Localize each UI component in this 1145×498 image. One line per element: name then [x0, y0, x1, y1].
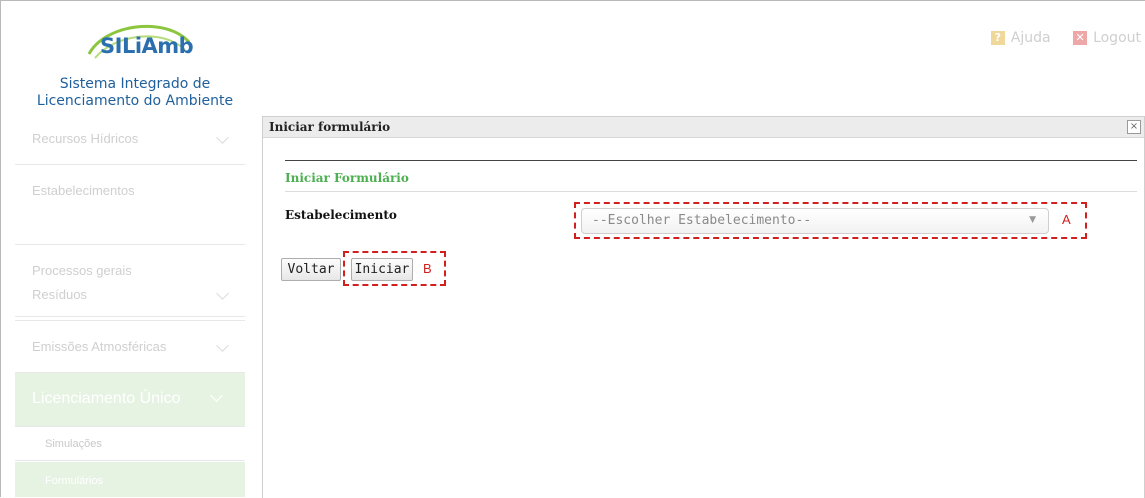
help-icon: ? — [990, 31, 1005, 45]
dialog-titlebar[interactable]: Iniciar formulário × — [263, 117, 1144, 138]
logout-label: Logout — [1093, 30, 1141, 46]
sidebar-item-label: Resíduos — [32, 287, 87, 302]
establishment-label: Estabelecimento — [285, 208, 397, 222]
sidebar-item-estabelecimentos[interactable]: Estabelecimentos — [15, 165, 245, 245]
sidebar-item-label: Recursos Hídricos — [32, 131, 139, 146]
logo-subtitle: Sistema Integrado de Licenciamento do Am… — [30, 76, 240, 110]
divider — [285, 191, 1137, 192]
sidebar-subitem-label: Formulários — [45, 475, 104, 487]
app-logo[interactable]: SILiAmb Sistema Integrado de Licenciamen… — [30, 14, 245, 114]
divider — [285, 160, 1137, 161]
chevron-down-icon — [210, 389, 223, 402]
sidebar: Recursos Hídricos Estabelecimentos Proce… — [15, 113, 245, 497]
sidebar-item-emissoes-atmosfericas[interactable]: Emissões Atmosféricas — [15, 321, 245, 373]
sidebar-subitem-formularios[interactable]: Formulários — [15, 462, 245, 497]
logo-subtitle-line1: Sistema Integrado de — [59, 76, 211, 92]
sidebar-item-recursos-hidricos[interactable]: Recursos Hídricos — [15, 113, 245, 165]
frame-border-top — [0, 0, 1145, 1]
start-form-dialog: Iniciar formulário × Iniciar Formulário … — [262, 116, 1145, 498]
callout-b-label: B — [423, 261, 432, 276]
close-icon: ✕ — [1073, 31, 1088, 45]
section-title: Iniciar Formulário — [285, 171, 409, 185]
help-label: Ajuda — [1010, 30, 1051, 46]
close-icon[interactable]: × — [1127, 120, 1141, 134]
back-button[interactable]: Voltar — [281, 258, 341, 281]
logo-text: SILiAmb — [100, 34, 194, 58]
sidebar-item-label: Licenciamento Único — [32, 390, 181, 407]
chevron-down-icon — [216, 287, 229, 300]
sidebar-item-label: Emissões Atmosféricas — [32, 339, 167, 354]
callout-a-label: A — [1062, 212, 1071, 227]
help-link[interactable]: ? Ajuda — [990, 30, 1051, 46]
sidebar-item-residuos[interactable]: Resíduos — [15, 269, 245, 321]
sidebar-subitem-label: Simulações — [45, 438, 102, 450]
sidebar-subitem-simulacoes[interactable]: Simulações — [15, 427, 245, 461]
logo-subtitle-line2: Licenciamento do Ambiente — [36, 93, 234, 109]
logout-link[interactable]: ✕ Logout — [1073, 30, 1141, 46]
sidebar-item-label: Estabelecimentos — [32, 183, 135, 198]
frame-border-left — [0, 0, 1, 497]
chevron-down-icon — [216, 339, 229, 352]
callout-a-box — [574, 202, 1087, 239]
chevron-down-icon — [216, 131, 229, 144]
top-links: ? Ajuda ✕ Logout — [973, 29, 1141, 46]
sidebar-item-licenciamento-unico[interactable]: Licenciamento Único — [15, 373, 245, 427]
dialog-title: Iniciar formulário — [269, 120, 391, 134]
